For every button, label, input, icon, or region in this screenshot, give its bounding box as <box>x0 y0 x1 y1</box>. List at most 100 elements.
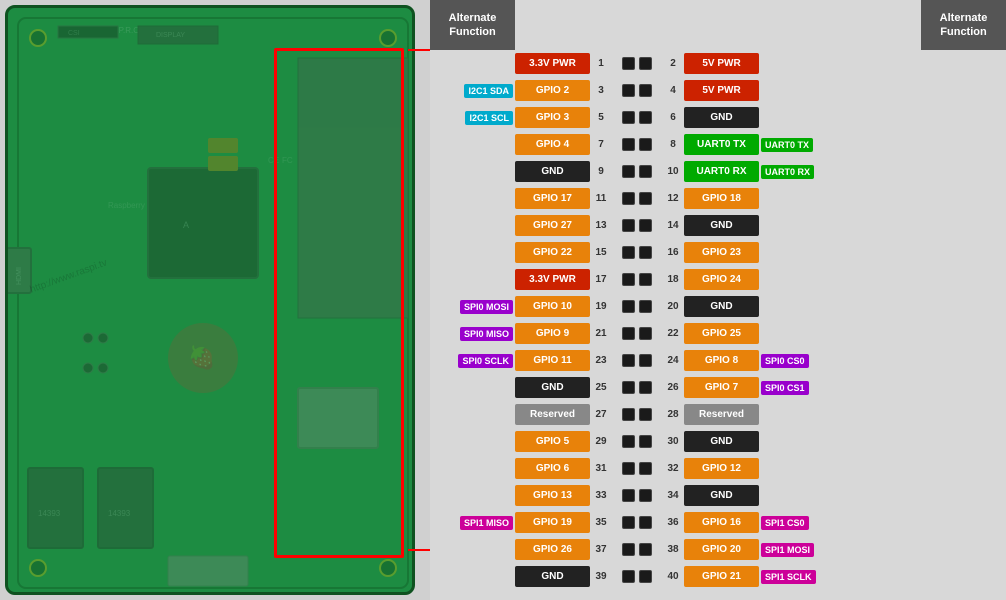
pin-num-right: 26 <box>662 382 684 393</box>
pin-num-left: 37 <box>590 544 612 555</box>
svg-text:CE: CE <box>268 156 279 165</box>
alt-func-right: SPI1 CS0 <box>759 509 844 536</box>
center-connector <box>612 435 662 448</box>
center-connector <box>612 543 662 556</box>
center-connector <box>612 273 662 286</box>
pin-num-left: 1 <box>590 58 612 69</box>
header-right: Alternate Function <box>921 0 1006 50</box>
pin-label-right: GPIO 7 <box>684 377 759 399</box>
board-area: Made in P.R.C. Raspberry Pi 2 Model B A … <box>0 0 430 600</box>
center-connector <box>612 246 662 259</box>
alt-func-left <box>430 212 515 239</box>
pin-row: GPIO 5 29 30 GND <box>430 428 1006 455</box>
alt-func-right <box>759 482 844 509</box>
pin-label-left: GND <box>515 566 590 588</box>
pin-num-left: 29 <box>590 436 612 447</box>
alt-func-left <box>430 563 515 590</box>
pin-label-left: GPIO 19 <box>515 512 590 534</box>
pin-label-left: GPIO 11 <box>515 350 590 372</box>
svg-text:FC: FC <box>282 156 293 165</box>
pin-label-left: GPIO 4 <box>515 134 590 156</box>
center-connector <box>612 327 662 340</box>
pin-label-right: 5V PWR <box>684 53 759 75</box>
pin-label-left: GPIO 5 <box>515 431 590 453</box>
alt-func-right <box>759 185 844 212</box>
center-connector <box>612 111 662 124</box>
svg-text:14393: 14393 <box>38 509 61 518</box>
pin-num-left: 39 <box>590 571 612 582</box>
pin-label-left: GPIO 22 <box>515 242 590 264</box>
alt-func-right <box>759 401 844 428</box>
header-row: Alternate Function Alternate Function <box>430 0 1006 50</box>
center-connector <box>612 84 662 97</box>
center-connector <box>612 138 662 151</box>
pin-row: GND 9 10 UART0 RX UART0 RX <box>430 158 1006 185</box>
alt-func-left <box>430 428 515 455</box>
alt-func-right: SPI1 MOSI <box>759 536 844 563</box>
pin-label-right: GND <box>684 107 759 129</box>
svg-text:A: A <box>183 220 189 230</box>
alt-func-right <box>759 266 844 293</box>
center-connector <box>612 516 662 529</box>
pin-label-left: GPIO 9 <box>515 323 590 345</box>
alt-func-left <box>430 158 515 185</box>
pin-label-right: GPIO 21 <box>684 566 759 588</box>
pin-num-left: 13 <box>590 220 612 231</box>
alt-func-right: SPI1 SCLK <box>759 563 844 590</box>
svg-text:CSI: CSI <box>68 30 80 37</box>
pin-num-left: 7 <box>590 139 612 150</box>
pin-num-right: 12 <box>662 193 684 204</box>
pin-row: 3.3V PWR 1 2 5V PWR <box>430 50 1006 77</box>
alt-func-left: I2C1 SCL <box>430 104 515 131</box>
pin-row: GPIO 17 11 12 GPIO 18 <box>430 185 1006 212</box>
pin-num-left: 15 <box>590 247 612 258</box>
pin-num-right: 6 <box>662 112 684 123</box>
alt-func-right: UART0 TX <box>759 131 844 158</box>
svg-text:14393: 14393 <box>108 509 131 518</box>
pin-row: SPI0 SCLK GPIO 11 23 24 GPIO 8 SPI0 CS0 <box>430 347 1006 374</box>
pin-label-left: GPIO 26 <box>515 539 590 561</box>
center-connector <box>612 354 662 367</box>
alt-func-right <box>759 239 844 266</box>
pin-row: SPI1 MISO GPIO 19 35 36 GPIO 16 SPI1 CS0 <box>430 509 1006 536</box>
alt-func-left: SPI0 MISO <box>430 320 515 347</box>
alt-func-right: UART0 RX <box>759 158 844 185</box>
pin-num-right: 36 <box>662 517 684 528</box>
pin-num-right: 20 <box>662 301 684 312</box>
pin-label-right: GPIO 24 <box>684 269 759 291</box>
pin-num-right: 16 <box>662 247 684 258</box>
pin-num-left: 33 <box>590 490 612 501</box>
alt-func-right <box>759 104 844 131</box>
alt-func-right <box>759 50 844 77</box>
alt-func-left: SPI0 MOSI <box>430 293 515 320</box>
pin-num-left: 11 <box>590 193 612 204</box>
pin-row: GPIO 4 7 8 UART0 TX UART0 TX <box>430 131 1006 158</box>
pin-num-left: 21 <box>590 328 612 339</box>
pin-label-left: GND <box>515 161 590 183</box>
pin-label-right: GND <box>684 296 759 318</box>
pin-label-right: GPIO 23 <box>684 242 759 264</box>
alt-func-left: SPI1 MISO <box>430 509 515 536</box>
alt-func-right <box>759 212 844 239</box>
center-connector <box>612 408 662 421</box>
center-connector <box>612 219 662 232</box>
pin-num-left: 25 <box>590 382 612 393</box>
center-connector <box>612 489 662 502</box>
pin-row: GPIO 26 37 38 GPIO 20 SPI1 MOSI <box>430 536 1006 563</box>
pin-num-right: 40 <box>662 571 684 582</box>
pin-num-left: 35 <box>590 517 612 528</box>
pin-num-left: 19 <box>590 301 612 312</box>
pin-num-left: 17 <box>590 274 612 285</box>
pin-row: 3.3V PWR 17 18 GPIO 24 <box>430 266 1006 293</box>
alt-func-left: SPI0 SCLK <box>430 347 515 374</box>
pin-row: GND 25 26 GPIO 7 SPI0 CS1 <box>430 374 1006 401</box>
alt-func-left <box>430 131 515 158</box>
pin-num-right: 14 <box>662 220 684 231</box>
pin-label-right: GPIO 18 <box>684 188 759 210</box>
alt-func-right <box>759 428 844 455</box>
alt-func-left <box>430 401 515 428</box>
pin-label-left: GPIO 6 <box>515 458 590 480</box>
pin-label-right: GPIO 25 <box>684 323 759 345</box>
pin-num-right: 22 <box>662 328 684 339</box>
pin-num-right: 8 <box>662 139 684 150</box>
